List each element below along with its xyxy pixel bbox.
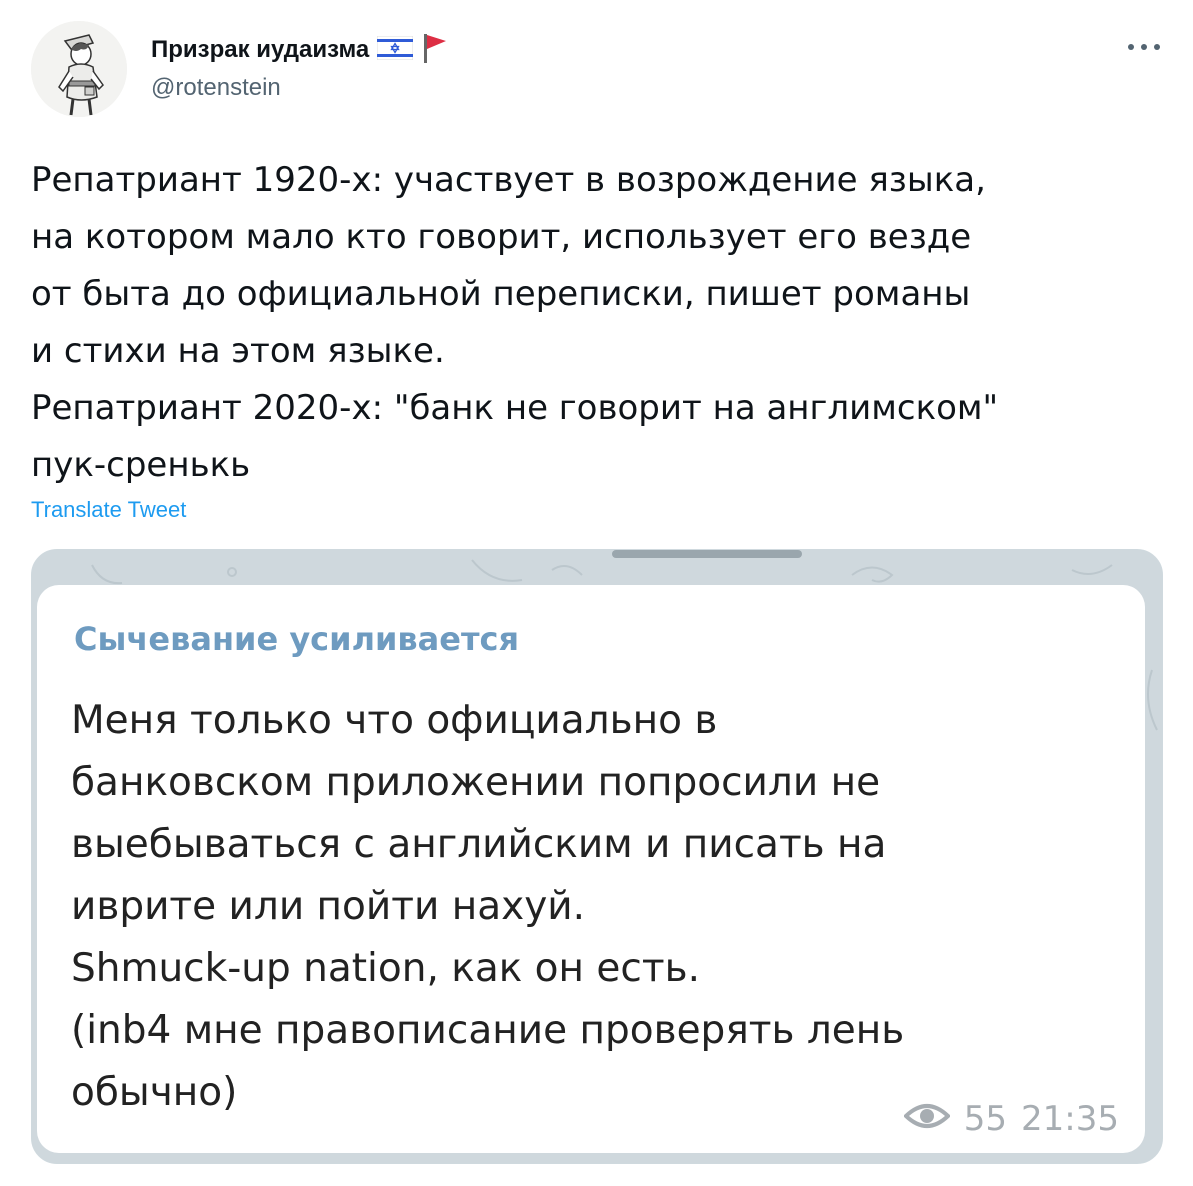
channel-name: Сычевание усиливается [74, 620, 520, 658]
tweet-text: Репатриант 1920-х: участвует в возрожден… [31, 160, 999, 485]
eye-icon [902, 1099, 951, 1139]
tweet: Призрак иудаизма @rotenstein Репатриант … [0, 0, 1193, 1186]
author-name-line: Призрак иудаизма [151, 32, 449, 69]
author-avatar[interactable] [31, 21, 127, 117]
message-time: 21:35 [1021, 1099, 1119, 1139]
author-display-name[interactable]: Призрак иудаизма [151, 36, 369, 64]
translate-tweet-link[interactable]: Translate Tweet [31, 497, 186, 523]
author-handle[interactable]: @rotenstein [151, 74, 281, 102]
cartoon-soldier-avatar-icon [31, 21, 127, 117]
red-flag-icon [421, 32, 449, 69]
telegram-message-bubble: Сычевание усиливается Меня только что оф… [37, 585, 1145, 1153]
israel-flag-icon [376, 35, 414, 65]
message-meta: 55 21:35 [902, 1099, 1119, 1139]
message-text: Меня только что официально в банковском … [71, 698, 905, 1115]
views-count: 55 [963, 1099, 1008, 1139]
tweet-media-image[interactable]: Сычевание усиливается Меня только что оф… [31, 549, 1163, 1164]
more-options-icon [1128, 44, 1160, 50]
more-options-button[interactable] [1124, 30, 1164, 64]
